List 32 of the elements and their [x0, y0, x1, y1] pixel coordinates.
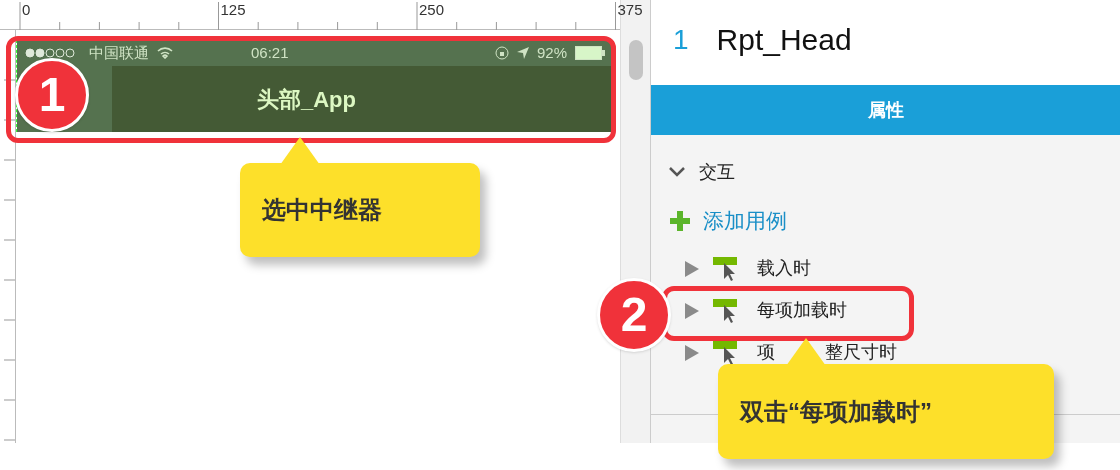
nav-title: 头部_App — [257, 85, 356, 114]
step-badge: 2 — [597, 278, 671, 352]
event-item[interactable]: 项 整尺寸时 — [669, 338, 897, 367]
location-icon — [516, 47, 529, 59]
time-label: 06:21 — [251, 42, 289, 63]
ruler-label: 250 — [419, 2, 445, 17]
callout-text: 双击“每项加载时” — [740, 396, 932, 427]
carrier-label: 中国联通 — [89, 42, 149, 63]
item-title: Rpt_Head — [716, 22, 852, 58]
item-index: 1 — [673, 22, 689, 57]
expand-triangle-icon — [685, 344, 699, 361]
interaction-icon — [713, 340, 737, 365]
expand-triangle-icon — [685, 260, 699, 277]
callout-text: 选中中继器 — [262, 195, 382, 225]
battery-label: 92% — [536, 42, 567, 63]
battery-icon — [575, 46, 605, 60]
expand-triangle-icon — [685, 302, 699, 319]
event-label-end: 整尺寸时 — [825, 341, 897, 364]
ruler-label: 375 — [617, 2, 643, 17]
signal-icon — [25, 48, 75, 58]
ruler-label: 125 — [220, 2, 246, 17]
interaction-icon — [713, 298, 737, 323]
scrollbar-thumb[interactable] — [628, 40, 643, 80]
rotation-lock-icon — [494, 46, 509, 60]
wifi-icon — [157, 47, 173, 59]
interaction-icon — [713, 256, 737, 281]
ruler-label: 0 — [22, 2, 31, 17]
event-item[interactable]: 载入时 — [669, 254, 811, 283]
chevron-icon — [669, 166, 685, 178]
plus-icon — [669, 209, 691, 232]
section-header[interactable]: 交互 — [669, 159, 1102, 185]
event-item[interactable]: 每项加载时 — [669, 296, 847, 325]
